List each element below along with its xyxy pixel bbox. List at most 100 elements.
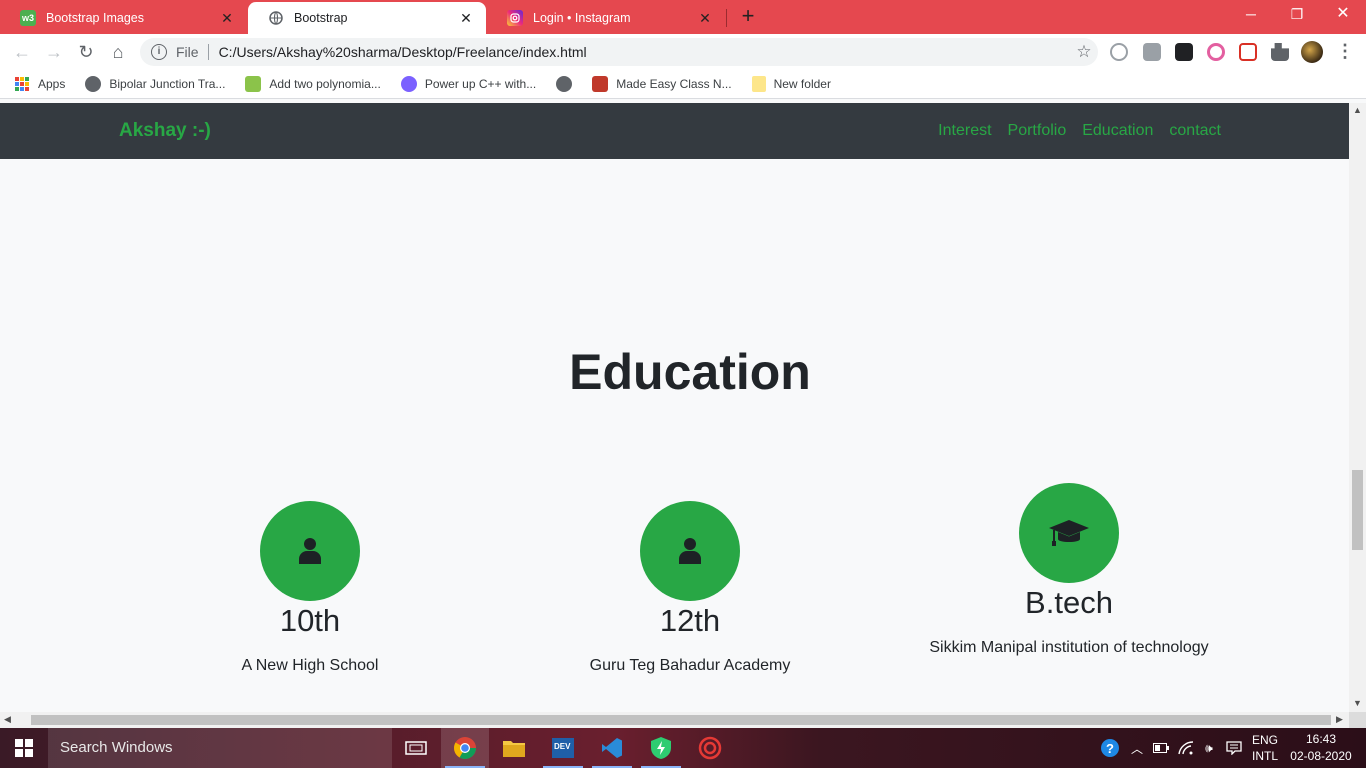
devcpp-icon[interactable]: DEV <box>539 728 587 768</box>
extension-lock-icon[interactable] <box>1143 43 1161 61</box>
bookmark-globe[interactable] <box>556 76 580 92</box>
globe-icon <box>85 76 102 92</box>
icon-circle <box>1019 483 1119 583</box>
vertical-scroll-thumb[interactable] <box>1352 470 1363 550</box>
wifi-icon[interactable] <box>1174 728 1198 768</box>
bookmark-label: Add two polynomia... <box>269 77 381 91</box>
education-card-12th: 12th Guru Teg Bahadur Academy <box>500 501 880 675</box>
windows-start-button[interactable] <box>0 728 48 768</box>
site-navbar: Akshay :-) Interest Portfolio Education … <box>0 103 1349 159</box>
language-indicator[interactable]: ENG INTL <box>1246 728 1284 768</box>
education-card-btech: B.tech Sikkim Manipal institution of tec… <box>879 483 1259 657</box>
help-icon[interactable]: ? <box>1098 728 1122 768</box>
system-clock[interactable]: 16:43 02-08-2020 <box>1288 728 1354 768</box>
education-level: B.tech <box>1025 585 1113 620</box>
chevron-up-icon[interactable]: ︿ <box>1126 728 1148 768</box>
scheme-label: File <box>176 44 199 60</box>
notification-icon[interactable] <box>1222 728 1246 768</box>
nav-link-portfolio[interactable]: Portfolio <box>1008 122 1067 140</box>
page-viewport: Akshay :-) Interest Portfolio Education … <box>0 103 1349 712</box>
restore-icon[interactable]: ❐ <box>1274 0 1320 30</box>
globe-icon <box>556 76 573 92</box>
graduation-cap-icon <box>1049 520 1089 546</box>
bookmark-new-folder[interactable]: New folder <box>751 76 831 92</box>
education-level: 10th <box>279 603 341 638</box>
scroll-down-arrow-icon[interactable]: ▼ <box>1353 698 1362 708</box>
bookmarks-bar: Apps Bipolar Junction Tra... Add two pol… <box>0 70 1366 99</box>
bookmark-bipolar[interactable]: Bipolar Junction Tra... <box>85 76 225 92</box>
globe-icon <box>268 10 284 26</box>
education-school: Sikkim Manipal institution of technology <box>929 639 1209 656</box>
apps-grid-icon <box>15 77 29 91</box>
security-shield-icon[interactable] <box>637 728 685 768</box>
profile-avatar[interactable] <box>1301 41 1323 63</box>
horizontal-scrollbar[interactable]: ◀ ▶ <box>0 712 1349 728</box>
svg-text:DEV: DEV <box>554 742 571 751</box>
scroll-right-arrow-icon[interactable]: ▶ <box>1336 714 1343 725</box>
info-icon[interactable]: i <box>151 44 167 60</box>
battery-icon[interactable] <box>1150 728 1172 768</box>
svg-text:?: ? <box>1106 741 1114 756</box>
close-icon[interactable]: ✕ <box>697 10 713 27</box>
scroll-left-arrow-icon[interactable]: ◀ <box>4 714 11 725</box>
education-level: 12th <box>659 603 721 638</box>
extension-circle-icon[interactable] <box>1207 43 1225 61</box>
bookmark-label: Bipolar Junction Tra... <box>109 77 226 91</box>
scroll-up-arrow-icon[interactable]: ▲ <box>1353 105 1362 115</box>
bookmark-label: New folder <box>773 77 831 91</box>
close-icon[interactable]: ✕ <box>458 10 474 27</box>
rocket-icon <box>592 76 609 92</box>
forward-arrow-icon[interactable]: → <box>42 40 66 64</box>
nav-link-interest[interactable]: Interest <box>938 122 991 140</box>
vertical-scrollbar[interactable]: ▲ ▼ <box>1349 103 1366 712</box>
swirl-app-icon[interactable] <box>686 728 734 768</box>
file-explorer-icon[interactable] <box>490 728 538 768</box>
vscode-icon[interactable] <box>588 728 636 768</box>
menu-kebab-icon[interactable]: ⋮ <box>1336 40 1354 62</box>
nav-link-education[interactable]: Education <box>1082 122 1153 140</box>
scrollbar-corner <box>1349 712 1366 728</box>
education-card-10th: 10th A New High School <box>120 501 500 675</box>
user-icon <box>299 538 321 564</box>
extension-timer-icon[interactable] <box>1110 43 1128 61</box>
tab-title: Bootstrap <box>294 11 348 25</box>
tab-bootstrap[interactable]: Bootstrap ✕ <box>248 2 486 34</box>
nav-links: Interest Portfolio Education contact <box>922 122 1221 140</box>
education-school: Guru Teg Bahadur Academy <box>589 657 791 674</box>
w3-icon: w3 <box>20 10 36 26</box>
windows-logo-icon <box>15 739 33 757</box>
site-brand[interactable]: Akshay :-) <box>119 120 211 142</box>
minimize-icon[interactable]: ─ <box>1228 0 1274 30</box>
extensions-puzzle-icon[interactable] <box>1271 43 1289 61</box>
back-arrow-icon[interactable]: ← <box>10 40 34 64</box>
home-icon[interactable]: ⌂ <box>106 40 130 64</box>
tree-icon <box>245 76 262 92</box>
taskbar-search-box[interactable]: Search Windows <box>48 728 392 768</box>
window-close-icon[interactable]: ✕ <box>1320 0 1366 30</box>
tab-instagram[interactable]: Login • Instagram ✕ <box>487 2 725 34</box>
tab-separator <box>726 9 727 27</box>
address-bar[interactable]: i File C:/Users/Akshay%20sharma/Desktop/… <box>140 38 1098 66</box>
keyboard-layout: INTL <box>1251 749 1278 763</box>
task-view-icon[interactable] <box>392 728 440 768</box>
extension-tampermonkey-icon[interactable] <box>1175 43 1193 61</box>
bookmark-polynomial[interactable]: Add two polynomia... <box>245 76 381 92</box>
tab-bootstrap-images[interactable]: w3 Bootstrap Images ✕ <box>0 2 247 34</box>
nav-link-contact[interactable]: contact <box>1169 122 1221 140</box>
bookmark-cpp[interactable]: Power up C++ with... <box>400 76 537 92</box>
chrome-taskbar-icon[interactable] <box>441 728 489 768</box>
extension-pocket-icon[interactable] <box>1239 43 1257 61</box>
new-tab-plus-icon[interactable]: + <box>737 5 759 28</box>
tab-title: Login • Instagram <box>533 11 631 25</box>
folder-icon <box>751 76 766 92</box>
bookmark-label: Power up C++ with... <box>424 77 537 91</box>
reload-icon[interactable]: ↻ <box>74 40 98 64</box>
bookmark-star-icon[interactable]: ☆ <box>1070 42 1098 62</box>
education-school: A New High School <box>241 657 379 674</box>
url-text[interactable]: C:/Users/Akshay%20sharma/Desktop/Freelan… <box>219 44 1070 60</box>
horizontal-scroll-thumb[interactable] <box>31 715 1331 725</box>
bookmark-made-easy[interactable]: Made Easy Class N... <box>592 76 732 92</box>
volume-icon[interactable]: 🕪 <box>1198 728 1220 768</box>
close-icon[interactable]: ✕ <box>219 10 235 27</box>
bookmark-apps[interactable]: Apps <box>15 77 65 91</box>
